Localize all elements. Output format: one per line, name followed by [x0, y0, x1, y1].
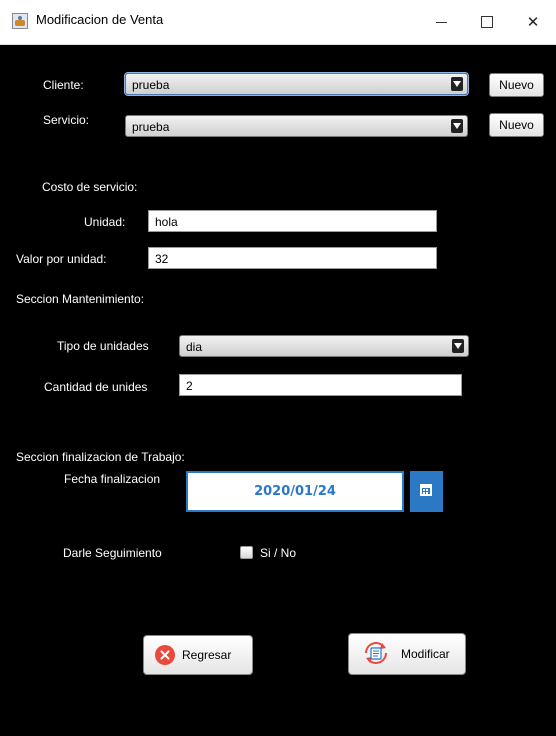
fecha-finalizacion-field[interactable]: 2020/01/24 [186, 471, 404, 512]
mantenimiento-section-title: Seccion Mantenimiento: [16, 292, 145, 306]
cancel-icon [155, 645, 175, 665]
unidad-label: Unidad: [84, 215, 126, 229]
minimize-icon[interactable] [418, 0, 464, 44]
tipo-unidades-label: Tipo de unidades [57, 339, 149, 353]
finalizacion-section-title: Seccion finalizacion de Trabajo: [16, 450, 185, 464]
maximize-icon[interactable] [464, 0, 510, 44]
cliente-label: Cliente: [43, 78, 84, 92]
servicio-new-button[interactable]: Nuevo [489, 113, 544, 137]
chevron-down-icon [452, 339, 464, 353]
title-bar: Modificacion de Venta [0, 0, 556, 45]
chevron-down-icon [451, 77, 463, 91]
close-icon[interactable] [510, 0, 556, 44]
unidad-value: hola [155, 215, 178, 229]
calendar-button[interactable] [410, 471, 443, 512]
servicio-selected-value: prueba [132, 120, 170, 134]
cliente-new-button[interactable]: Nuevo [489, 73, 544, 97]
cliente-selected-value: prueba [132, 78, 170, 92]
valor-unidad-value: 32 [155, 252, 169, 266]
valor-unidad-input[interactable]: 32 [148, 247, 437, 269]
seguimiento-label: Darle Seguimiento [63, 546, 162, 560]
calendar-icon [420, 484, 432, 496]
cantidad-unides-label: Cantidad de unides [44, 380, 148, 394]
app-window: Modificacion de Venta Cliente: prueba Nu… [0, 0, 556, 736]
regresar-button-label: Regresar [182, 648, 232, 662]
unidad-input[interactable]: hola [148, 210, 437, 232]
refresh-document-icon [365, 642, 387, 664]
tipo-unidades-select[interactable]: dia [179, 335, 469, 357]
modificar-button[interactable]: Modificar [348, 633, 466, 675]
seguimiento-checkbox-label[interactable]: Si / No [260, 546, 296, 560]
window-title: Modificacion de Venta [36, 12, 164, 27]
tipo-unidades-selected-value: dia [186, 340, 203, 354]
cliente-select[interactable]: prueba [125, 73, 468, 95]
java-app-icon [12, 13, 28, 29]
costo-section-title: Costo de servicio: [42, 180, 138, 194]
servicio-label: Servicio: [43, 113, 90, 127]
cantidad-unides-input[interactable]: 2 [179, 374, 462, 396]
chevron-down-icon [451, 119, 463, 133]
modificar-button-label: Modificar [401, 647, 450, 661]
fecha-finalizacion-label: Fecha finalizacion [64, 472, 161, 486]
cantidad-unides-value: 2 [186, 379, 193, 393]
servicio-select[interactable]: prueba [125, 115, 468, 137]
regresar-button[interactable]: Regresar [143, 635, 253, 675]
valor-unidad-label: Valor por unidad: [16, 252, 107, 266]
seguimiento-checkbox[interactable] [240, 546, 253, 559]
fecha-finalizacion-value: 2020/01/24 [254, 484, 336, 499]
